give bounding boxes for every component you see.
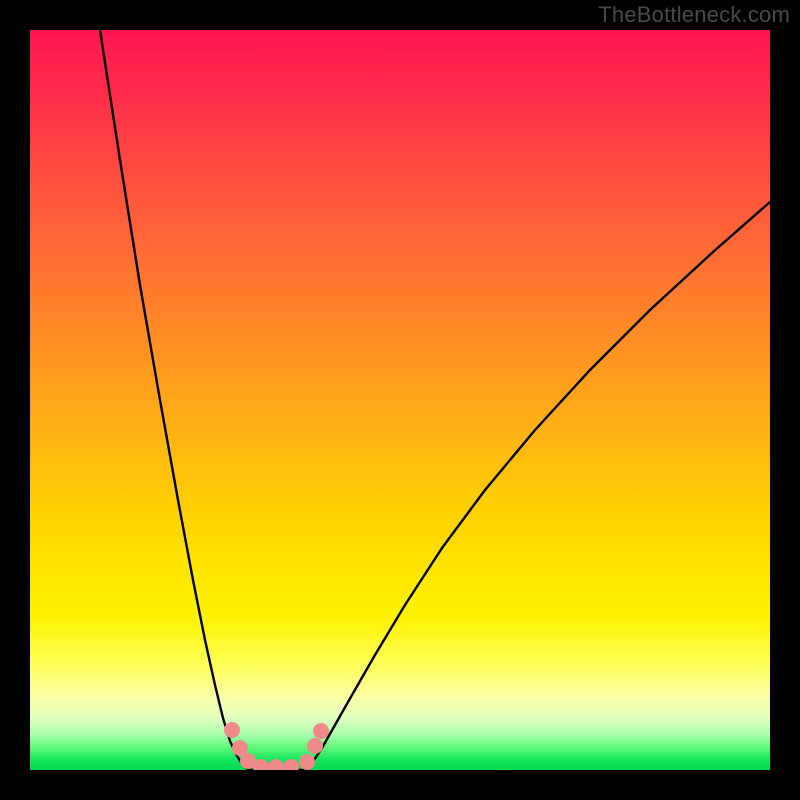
- chart-frame: TheBottleneck.com: [0, 0, 800, 800]
- marker-right-2: [307, 738, 323, 754]
- marker-right-high: [313, 723, 329, 739]
- marker-right-1: [299, 754, 315, 770]
- watermark-text: TheBottleneck.com: [598, 2, 790, 28]
- marker-left-high: [224, 722, 240, 738]
- bottleneck-curve: [100, 30, 770, 770]
- marker-group: [224, 722, 329, 770]
- marker-floor-3: [283, 759, 299, 770]
- marker-floor-2: [268, 759, 284, 770]
- plot-area: [30, 30, 770, 770]
- curve-svg: [30, 30, 770, 770]
